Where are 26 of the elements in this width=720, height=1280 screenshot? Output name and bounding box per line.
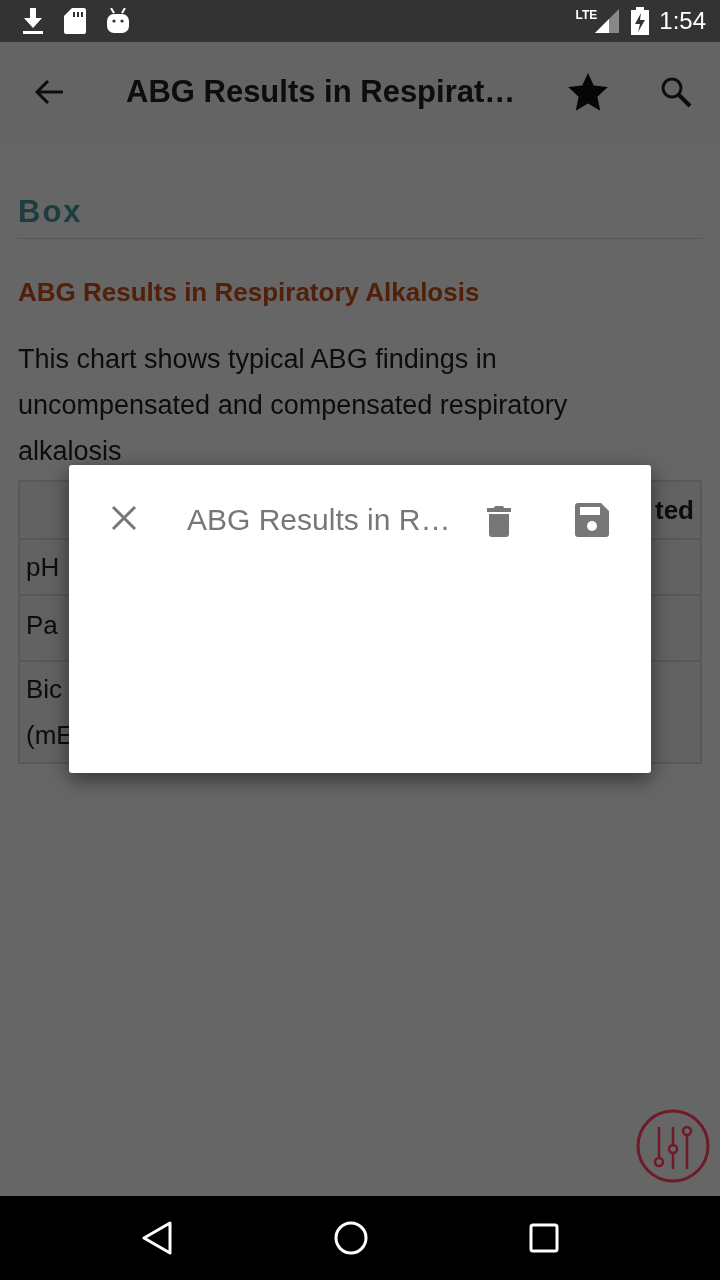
battery-charging-icon xyxy=(631,7,650,35)
sd-card-icon xyxy=(64,8,86,34)
save-icon[interactable] xyxy=(575,503,609,537)
signal-icon xyxy=(595,9,620,33)
download-icon xyxy=(22,8,44,34)
clock: 1:54 xyxy=(659,7,706,35)
trash-icon[interactable] xyxy=(487,505,511,537)
home-circle-icon[interactable] xyxy=(334,1221,368,1255)
close-icon[interactable] xyxy=(111,505,137,531)
back-triangle-icon[interactable] xyxy=(140,1221,173,1255)
row-label: Pa xyxy=(26,610,58,640)
row-label: Bic xyxy=(26,674,63,704)
row-label: pH xyxy=(26,552,60,582)
dialog-title: ABG Results in R… xyxy=(187,503,452,537)
section-title: Box xyxy=(18,194,84,230)
article-heading: ABG Results in Respiratory Alkalosis xyxy=(18,277,481,308)
sliders-icon[interactable] xyxy=(636,1109,710,1183)
star-icon[interactable] xyxy=(568,73,608,111)
back-arrow-icon[interactable] xyxy=(34,79,64,105)
search-icon[interactable] xyxy=(660,76,692,108)
android-icon xyxy=(106,8,130,34)
article-paragraph: This chart shows typical ABG findings in uncompensated and compensated respiratory alkalosis xyxy=(18,343,569,468)
recents-square-icon[interactable] xyxy=(529,1223,560,1253)
page-title: ABG Results in Respirat… xyxy=(126,74,517,110)
network-type: LTE xyxy=(575,8,598,22)
column-header: ted xyxy=(655,494,694,526)
